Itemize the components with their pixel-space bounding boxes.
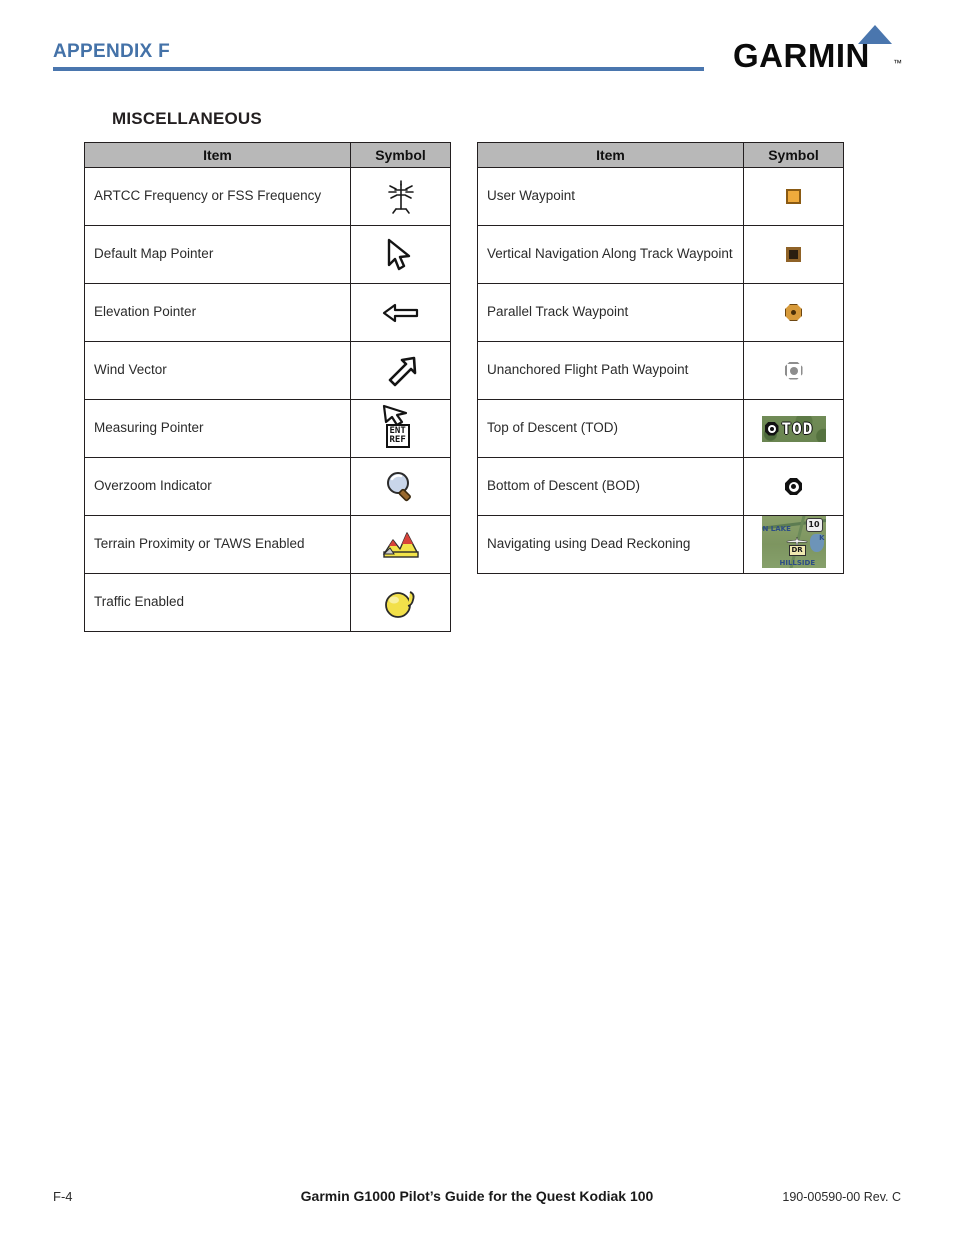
symbols-table-right: Item Symbol User Waypoint Vertical Navig… <box>477 142 844 574</box>
item-label: ARTCC Frequency or FSS Frequency <box>84 167 351 226</box>
symbol-cell <box>350 515 451 574</box>
symbol-cell <box>350 457 451 516</box>
garmin-wordmark: GARMIN <box>733 37 870 74</box>
vnav-along-track-square-icon <box>762 230 826 280</box>
table-row: Default Map Pointer <box>84 225 451 284</box>
item-label: Vertical Navigation Along Track Waypoint <box>477 225 744 284</box>
measuring-pointer-icon: ENT REF <box>369 402 433 452</box>
radio-tower-icon <box>369 172 433 222</box>
table-row: ARTCC Frequency or FSS Frequency <box>84 167 451 226</box>
map-pointer-icon <box>369 230 433 280</box>
symbol-cell <box>350 283 451 342</box>
top-of-descent-icon: TOD <box>761 404 826 454</box>
symbols-table-left: Item Symbol ARTCC Frequency or FSS Frequ… <box>84 142 451 632</box>
table-row: Traffic Enabled <box>84 573 451 632</box>
parallel-track-octagon-icon <box>762 288 826 338</box>
column-header-item: Item <box>84 142 351 168</box>
symbol-cell <box>743 225 844 284</box>
symbol-cell <box>350 225 451 284</box>
table-row: User Waypoint <box>477 167 844 226</box>
page-header: APPENDIX F GARMIN ™ <box>0 0 954 95</box>
garmin-trademark-symbol: ™ <box>893 58 902 68</box>
item-label: Navigating using Dead Reckoning <box>477 515 744 574</box>
table-header-row: Item Symbol <box>477 142 844 168</box>
table-row: Measuring Pointer ENT REF <box>84 399 451 458</box>
symbol-cell <box>350 167 451 226</box>
symbol-cell: TOD <box>743 399 844 458</box>
item-label: Wind Vector <box>84 341 351 400</box>
elevation-pointer-icon <box>369 288 433 338</box>
symbol-cell <box>743 457 844 516</box>
item-label: User Waypoint <box>477 167 744 226</box>
table-row: Overzoom Indicator <box>84 457 451 516</box>
unanchored-waypoint-ring-icon <box>762 346 826 396</box>
table-row: Wind Vector <box>84 341 451 400</box>
dr-map-town-label: K <box>819 533 825 542</box>
table-row: Elevation Pointer <box>84 283 451 342</box>
symbol-cell <box>743 341 844 400</box>
table-row: Parallel Track Waypoint <box>477 283 844 342</box>
user-waypoint-square-icon <box>762 172 826 222</box>
table-row: Terrain Proximity or TAWS Enabled <box>84 515 451 574</box>
bottom-of-descent-icon <box>762 462 826 512</box>
column-header-symbol: Symbol <box>743 142 844 168</box>
symbol-cell <box>350 573 451 632</box>
dr-map-town-label: HILLSIDE <box>779 558 816 567</box>
symbol-cell: N LAKE K 10 DR HILLSIDE <box>743 515 844 574</box>
table-row: Vertical Navigation Along Track Waypoint <box>477 225 844 284</box>
magnifier-icon <box>369 462 433 512</box>
table-row: Top of Descent (TOD) TOD <box>477 399 844 458</box>
table-row: Bottom of Descent (BOD) <box>477 457 844 516</box>
dr-mode-label: DR <box>788 544 806 556</box>
item-label: Top of Descent (TOD) <box>477 399 744 458</box>
item-label: Elevation Pointer <box>84 283 351 342</box>
symbol-cell <box>743 283 844 342</box>
footer-part-number: 190-00590-00 Rev. C <box>782 1190 901 1204</box>
tod-label: TOD <box>781 419 814 438</box>
page-footer: F-4 Garmin G1000 Pilot’s Guide for the Q… <box>0 1186 954 1216</box>
garmin-logo: GARMIN ™ <box>733 25 913 74</box>
wind-vector-icon <box>369 346 433 396</box>
item-label: Parallel Track Waypoint <box>477 283 744 342</box>
item-label: Overzoom Indicator <box>84 457 351 516</box>
dr-highway-shield: 10 <box>805 517 823 532</box>
table-row: Unanchored Flight Path Waypoint <box>477 341 844 400</box>
header-divider-rule <box>53 67 704 71</box>
item-label: Traffic Enabled <box>84 573 351 632</box>
appendix-title: APPENDIX F <box>53 41 171 62</box>
item-label: Measuring Pointer <box>84 399 351 458</box>
column-header-symbol: Symbol <box>350 142 451 168</box>
item-label: Bottom of Descent (BOD) <box>477 457 744 516</box>
column-header-item: Item <box>477 142 744 168</box>
symbol-cell: ENT REF <box>350 399 451 458</box>
dead-reckoning-map-icon: N LAKE K 10 DR HILLSIDE <box>761 515 826 568</box>
symbol-cell <box>350 341 451 400</box>
traffic-balloon-icon <box>369 578 433 628</box>
dr-map-town-label: N LAKE <box>762 524 791 533</box>
section-title: MISCELLANEOUS <box>112 109 262 128</box>
measuring-pointer-tag-label: ENT REF <box>385 424 410 448</box>
table-row: Navigating using Dead Reckoning N LAKE K… <box>477 515 844 574</box>
item-label: Unanchored Flight Path Waypoint <box>477 341 744 400</box>
terrain-mountain-icon <box>369 520 433 570</box>
table-header-row: Item Symbol <box>84 142 451 168</box>
symbol-cell <box>743 167 844 226</box>
item-label: Terrain Proximity or TAWS Enabled <box>84 515 351 574</box>
item-label: Default Map Pointer <box>84 225 351 284</box>
